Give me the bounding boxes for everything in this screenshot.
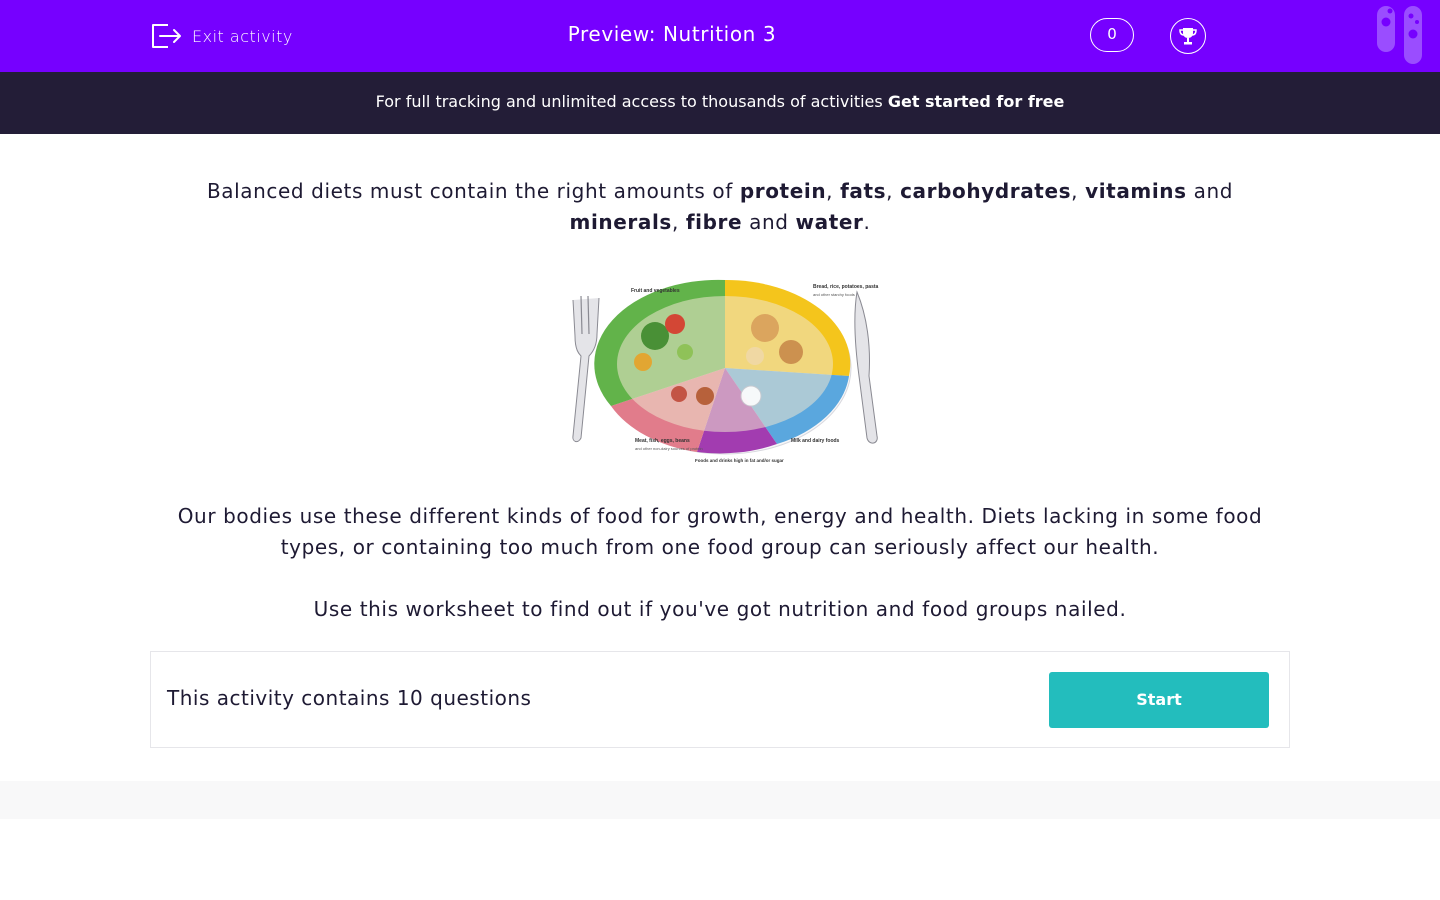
keyword-fats: fats xyxy=(840,179,887,203)
label-meat-sub: and other non-dairy sources of protein xyxy=(635,446,703,451)
score-badge: 0 xyxy=(1090,18,1134,52)
label-meat: Meat, fish, eggs, beans xyxy=(635,438,690,444)
label-fats: Foods and drinks high in fat and/or suga… xyxy=(695,458,784,463)
question-count-text: This activity contains 10 questions xyxy=(167,686,532,710)
trophy-button[interactable] xyxy=(1170,18,1206,54)
label-bread: Bread, rice, potatoes, pasta xyxy=(813,284,879,290)
body-paragraph-2: Use this worksheet to find out if you've… xyxy=(313,597,1127,621)
promo-text: For full tracking and unlimited access t… xyxy=(375,92,883,111)
keyword-fibre: fibre xyxy=(685,210,743,234)
intro-text: Balanced diets must contain the right am… xyxy=(206,179,1234,234)
keyword-water: water xyxy=(795,210,864,234)
get-started-link[interactable]: Get started for free xyxy=(888,92,1065,111)
intro-prefix: Balanced diets must contain the right am… xyxy=(206,179,733,203)
footer-strip xyxy=(0,781,1440,819)
label-bread-sub: and other starchy foods xyxy=(813,292,855,297)
keyword-protein: protein xyxy=(739,179,827,203)
keyword-minerals: minerals xyxy=(569,210,672,234)
label-fruit: Fruit and vegetables xyxy=(631,288,680,294)
promo-banner: For full tracking and unlimited access t… xyxy=(0,72,1440,134)
start-button[interactable]: Start xyxy=(1049,672,1269,728)
activity-card: This activity contains 10 questions Star… xyxy=(150,651,1290,748)
test-tubes-logo-icon xyxy=(1377,6,1422,64)
top-bar: Exit activity Preview: Nutrition 3 0 xyxy=(0,0,1440,72)
page-title: Preview: Nutrition 3 xyxy=(567,22,777,46)
intro-and-2: and xyxy=(749,210,789,234)
keyword-carbohydrates: carbohydrates xyxy=(900,179,1072,203)
body-paragraph-1: Our bodies use these different kinds of … xyxy=(177,504,1263,559)
trophy-icon xyxy=(1179,28,1197,45)
knife-icon xyxy=(854,290,878,444)
intro-and: and xyxy=(1193,179,1234,203)
label-milk: Milk and dairy foods xyxy=(791,438,840,444)
eatwell-plate-image: Fruit and vegetables Bread, rice, potato… xyxy=(572,279,879,463)
keyword-vitamins: vitamins xyxy=(1085,179,1187,203)
